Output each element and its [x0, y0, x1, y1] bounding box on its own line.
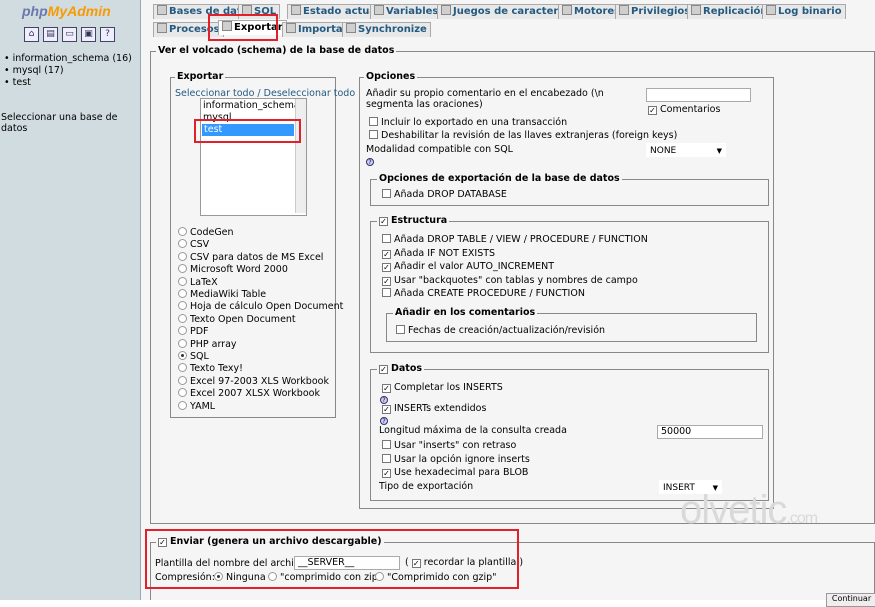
if-not-exists-checkbox[interactable]: Añada IF NOT EXISTS: [382, 248, 495, 259]
select-db-hint: Seleccionar una base de datos: [1, 112, 118, 134]
comments-checkbox[interactable]: Comentarios: [648, 104, 720, 115]
format-radio-csv-para-datos-de-ms-excel[interactable]: CSV para datos de MS Excel: [178, 251, 323, 263]
export-type-label: Tipo de exportación: [379, 481, 474, 492]
watermark: olvetic.com: [680, 488, 818, 532]
format-radio-csv[interactable]: CSV: [178, 239, 209, 250]
tab-juegos-de-caracteres[interactable]: Juegos de caracteres: [437, 4, 576, 19]
disable-fk-checkbox[interactable]: Deshabilitar la revisión de las llaves e…: [369, 130, 677, 141]
db-link-test[interactable]: test: [4, 77, 31, 88]
auto-increment-checkbox[interactable]: Añadir el valor AUTO_INCREMENT: [382, 261, 554, 272]
dump-legend: Ver el volcado (schema) de la base de da…: [156, 45, 397, 56]
listbox-scrollbar[interactable]: [295, 99, 306, 213]
export-legend: Exportar: [175, 71, 226, 82]
tab-replicacion[interactable]: Replicación: [687, 4, 772, 19]
transaction-checkbox[interactable]: Incluir lo exportado en una transacción: [369, 117, 567, 128]
format-radio-yaml[interactable]: YAML: [178, 400, 215, 412]
database-icon: [157, 5, 167, 15]
hex-blob-checkbox[interactable]: Use hexadecimal para BLOB: [382, 467, 528, 478]
structure-legend[interactable]: Estructura: [377, 215, 450, 226]
status-icon: [291, 5, 301, 15]
format-radio-sql[interactable]: SQL: [178, 351, 209, 362]
help-icon[interactable]: ?: [100, 27, 115, 42]
privileges-icon: [619, 5, 629, 15]
delayed-inserts-checkbox[interactable]: Usar "inserts" con retraso: [382, 440, 516, 451]
variables-icon: [374, 5, 384, 15]
format-radio-excel-2007-xlsx-workbook[interactable]: Excel 2007 XLSX Workbook: [178, 388, 320, 399]
complete-inserts-checkbox[interactable]: Completar los INSERTS: [382, 382, 503, 393]
home-icon[interactable]: ⌂: [24, 27, 39, 42]
highlight-export-tab: [208, 14, 278, 41]
tab-variables[interactable]: Variables: [370, 4, 443, 19]
max-query-length-label: Longitud máxima de la consulta creada: [379, 425, 567, 436]
data-legend[interactable]: Datos: [377, 363, 425, 374]
tab-synchronize[interactable]: Synchronize: [342, 22, 431, 37]
format-radio-latex[interactable]: LaTeX: [178, 276, 218, 288]
drop-database-checkbox[interactable]: Añada DROP DATABASE: [382, 189, 507, 200]
tab-log-binario[interactable]: Log binario: [762, 4, 846, 19]
format-radio-microsoft-word-2000[interactable]: Microsoft Word 2000: [178, 264, 288, 275]
sql-compat-select[interactable]: NONE ▼: [646, 143, 726, 157]
phpmyadmin-logo[interactable]: phpMyAdmin: [22, 3, 111, 19]
format-radio-texto-open-document[interactable]: Texto Open Document: [178, 313, 296, 325]
go-button[interactable]: Continuar: [826, 593, 875, 607]
tab-privilegios[interactable]: Privilegios: [615, 4, 695, 19]
format-radio-hoja-de-c-lculo-open-document[interactable]: Hoja de cálculo Open Document: [178, 301, 343, 312]
binlog-icon: [766, 5, 776, 15]
drop-table-checkbox[interactable]: Añada DROP TABLE / VIEW / PROCEDURE / FU…: [382, 234, 648, 245]
db-link-information-schema[interactable]: information_schema (16): [4, 53, 132, 64]
query-icon[interactable]: ▭: [62, 27, 77, 42]
header-comment-input[interactable]: [646, 88, 751, 102]
format-radio-codegen[interactable]: CodeGen: [178, 227, 234, 238]
header-comment-label: Añadir su propio comentario en el encabe…: [366, 88, 604, 110]
options-legend: Opciones: [364, 71, 418, 82]
highlight-test-db: [194, 119, 301, 143]
create-procedure-checkbox[interactable]: Añada CREATE PROCEDURE / FUNCTION: [382, 288, 585, 299]
sync-icon: [346, 23, 356, 33]
format-radio-texto-texy[interactable]: Texto Texy!: [178, 363, 243, 374]
comments-legend: Añadir en los comentarios: [393, 307, 538, 318]
format-radio-php-array[interactable]: PHP array: [178, 338, 237, 350]
format-radio-pdf[interactable]: PDF: [178, 326, 209, 337]
max-query-length-input[interactable]: 50000: [657, 425, 763, 439]
format-radio-excel-97-2003-xls-workbook[interactable]: Excel 97-2003 XLS Workbook: [178, 375, 329, 387]
db-option-information-schema[interactable]: information_schema: [201, 100, 306, 112]
docs-icon[interactable]: ▣: [81, 27, 96, 42]
compat-help-icon[interactable]: ?: [366, 156, 374, 167]
engines-icon: [562, 5, 572, 15]
sql-window-icon[interactable]: ▤: [43, 27, 58, 42]
extended-inserts-checkbox[interactable]: INSERTs extendidos: [382, 403, 486, 414]
navigation-frame: phpMyAdmin ⌂ ▤ ▭ ▣ ? information_schema …: [0, 0, 141, 600]
import-icon: [286, 23, 296, 33]
db-export-legend: Opciones de exportación de la base de da…: [377, 173, 622, 184]
replication-icon: [691, 5, 701, 15]
highlight-send-section: [145, 529, 519, 589]
database-multiselect[interactable]: information_schema mysql test: [200, 98, 307, 216]
ignore-inserts-checkbox[interactable]: Usar la opción ignore inserts: [382, 454, 530, 465]
charset-icon: [441, 5, 451, 15]
sql-compat-label: Modalidad compatible con SQL: [366, 144, 513, 155]
processes-icon: [157, 23, 167, 33]
dates-checkbox[interactable]: Fechas de creación/actualización/revisió…: [396, 325, 605, 336]
format-radio-mediawiki-table[interactable]: MediaWiki Table: [178, 289, 266, 300]
db-link-mysql[interactable]: mysql (17): [4, 65, 64, 76]
backquotes-checkbox[interactable]: Usar "backquotes" con tablas y nombres d…: [382, 275, 638, 286]
